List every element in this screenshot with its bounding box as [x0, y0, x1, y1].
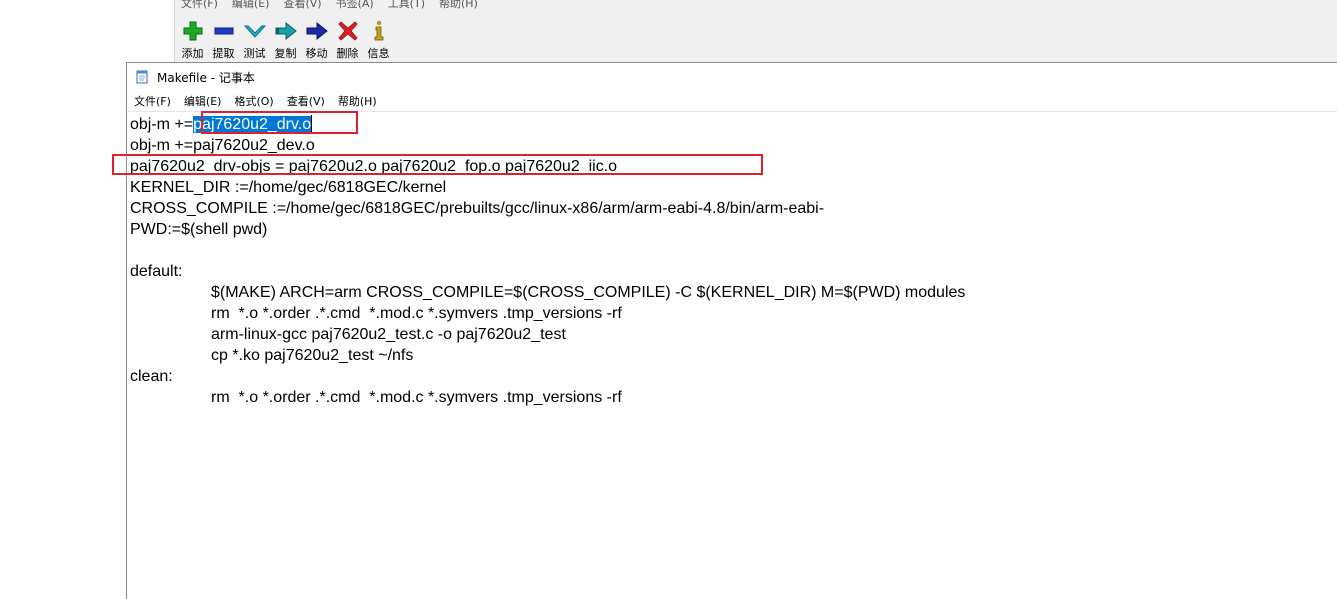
text-line-5: CROSS_COMPILE :=/home/gec/6818GEC/prebui…: [130, 200, 825, 217]
text-caret: [311, 115, 313, 132]
info-label: 信息: [367, 47, 390, 60]
test-icon: [243, 20, 266, 42]
background-toolbar: 添加 提取 测试 复制 移动 删除 信息: [177, 20, 394, 62]
add-button[interactable]: 添加: [177, 20, 208, 62]
move-icon: [306, 20, 328, 42]
text-line-1: obj-m +=paj7620u2_drv.o: [130, 114, 965, 135]
line-11-text: arm-linux-gcc paj7620u2_test.c -o paj762…: [211, 326, 566, 343]
menu-view[interactable]: 查看(V): [287, 93, 325, 109]
menu-format[interactable]: 格式(O): [234, 93, 273, 109]
bg-menu-file[interactable]: 文件(F): [181, 0, 218, 11]
info-icon: [368, 20, 390, 42]
notepad-icon: [136, 70, 148, 84]
delete-button[interactable]: 删除: [332, 20, 363, 62]
text-line-7: [130, 240, 965, 261]
text-line-9: $(MAKE) ARCH=arm CROSS_COMPILE=$(CROSS_C…: [130, 282, 965, 303]
line-12-text: cp *.ko paj7620u2_test ~/nfs: [211, 347, 414, 364]
line-1-prefix: obj-m +=: [130, 116, 194, 133]
text-line-2: obj-m +=paj7620u2_dev.o: [130, 137, 315, 154]
background-archive-window: 文件(F) 编辑(E) 查看(V) 书签(A) 工具(T) 帮助(H) 添加 提…: [174, 0, 1337, 62]
text-line-3: paj7620u2_drv-objs = paj7620u2.o paj7620…: [130, 158, 618, 175]
bg-menu-view[interactable]: 查看(V): [283, 0, 321, 11]
text-line-14: rm *.o *.order .*.cmd *.mod.c *.symvers …: [130, 387, 965, 408]
text-line-11: arm-linux-gcc paj7620u2_test.c -o paj762…: [130, 324, 965, 345]
delete-label: 删除: [336, 47, 359, 60]
test-label: 测试: [243, 47, 266, 60]
copy-icon: [275, 20, 297, 42]
text-line-10: rm *.o *.order .*.cmd *.mod.c *.symvers …: [130, 303, 965, 324]
text-line-12: cp *.ko paj7620u2_test ~/nfs: [130, 345, 965, 366]
window-title: Makefile - 记事本: [157, 70, 255, 85]
editor-content[interactable]: obj-m +=paj7620u2_drv.o obj-m +=paj7620u…: [130, 114, 965, 408]
copy-button[interactable]: 复制: [270, 20, 301, 62]
bg-menu-tools[interactable]: 工具(T): [388, 0, 425, 11]
title-bar[interactable]: Makefile - 记事本: [127, 63, 1337, 91]
extract-button[interactable]: 提取: [208, 20, 239, 62]
add-icon: [182, 20, 204, 42]
line-10-text: rm *.o *.order .*.cmd *.mod.c *.symvers …: [211, 305, 622, 322]
menu-edit[interactable]: 编辑(E): [184, 93, 222, 109]
bg-menu-bookmarks[interactable]: 书签(A): [336, 0, 374, 11]
delete-icon: [337, 20, 359, 42]
bg-menu-help[interactable]: 帮助(H): [439, 0, 478, 11]
text-line-8: default:: [130, 263, 183, 280]
menu-help[interactable]: 帮助(H): [338, 93, 377, 109]
extract-label: 提取: [212, 47, 235, 60]
selected-text[interactable]: paj7620u2_drv.o: [193, 116, 312, 133]
notepad-window: Makefile - 记事本 文件(F) 编辑(E) 格式(O) 查看(V) 帮…: [126, 62, 1337, 599]
move-label: 移动: [305, 47, 328, 60]
text-line-4: KERNEL_DIR :=/home/gec/6818GEC/kernel: [130, 179, 447, 196]
text-line-13: clean:: [130, 368, 173, 385]
line-14-text: rm *.o *.order .*.cmd *.mod.c *.symvers …: [211, 389, 622, 406]
copy-label: 复制: [274, 47, 297, 60]
menu-bar: 文件(F) 编辑(E) 格式(O) 查看(V) 帮助(H): [127, 91, 1337, 112]
add-label: 添加: [181, 47, 204, 60]
test-button[interactable]: 测试: [239, 20, 270, 62]
move-button[interactable]: 移动: [301, 20, 332, 62]
bg-menu-edit[interactable]: 编辑(E): [232, 0, 270, 11]
text-editor-area[interactable]: obj-m +=paj7620u2_drv.o obj-m +=paj7620u…: [127, 112, 1337, 599]
info-button[interactable]: 信息: [363, 20, 394, 62]
background-menubar: 文件(F) 编辑(E) 查看(V) 书签(A) 工具(T) 帮助(H): [181, 0, 492, 11]
extract-icon: [213, 20, 235, 42]
text-line-6: PWD:=$(shell pwd): [130, 221, 268, 238]
menu-file[interactable]: 文件(F): [134, 93, 171, 109]
line-9-text: $(MAKE) ARCH=arm CROSS_COMPILE=$(CROSS_C…: [211, 284, 966, 301]
